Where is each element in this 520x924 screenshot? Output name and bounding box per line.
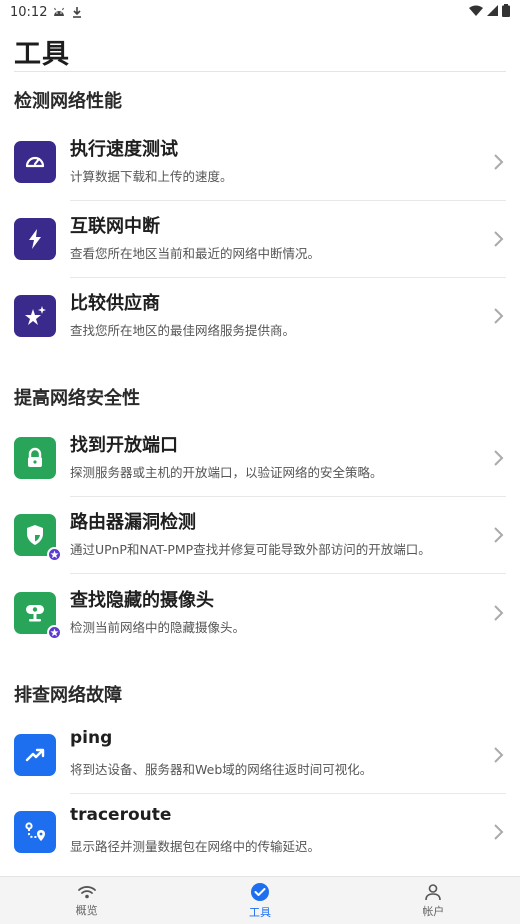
tool-item-outage[interactable]: 互联网中断 查看您所在地区当前和最近的网络中断情况。: [0, 201, 520, 278]
tool-item-hidden-cameras[interactable]: 查找隐藏的摄像头 检测当前网络中的隐藏摄像头。: [0, 575, 520, 652]
tool-item-router-vulnerability[interactable]: 路由器漏洞检测 通过UPnP和NAT-PMP查找并修复可能导致外部访问的开放端口…: [0, 497, 520, 574]
person-icon: [425, 883, 442, 900]
speedometer-icon: [14, 141, 56, 183]
tool-item-title: 互联网中断: [70, 216, 160, 237]
tool-item-description: 将到达设备、服务器和Web域的网络往返时间可视化。: [70, 762, 373, 777]
status-bar: 10:12: [0, 0, 520, 24]
tool-item-title: traceroute: [70, 805, 172, 825]
tool-item-title: 找到开放端口: [70, 435, 178, 456]
status-time: 10:12: [10, 4, 48, 20]
tool-item-description: 显示路径并测量数据包在网络中的传输延迟。: [70, 839, 321, 854]
nav-account[interactable]: 帐户: [347, 877, 520, 924]
section-title-troubleshoot: 排查网络故障: [14, 685, 122, 706]
nav-label: 帐户: [422, 904, 445, 918]
premium-badge-icon: [47, 625, 62, 640]
chevron-right-icon: [494, 824, 504, 840]
tool-item-speed-test[interactable]: 执行速度测试 计算数据下载和上传的速度。: [0, 124, 520, 201]
tool-item-ping[interactable]: ping 将到达设备、服务器和Web域的网络往返时间可视化。: [0, 717, 520, 794]
page-title: 工具: [14, 39, 70, 70]
tool-item-title: 执行速度测试: [70, 139, 178, 160]
camera-icon: [14, 592, 62, 640]
nav-overview[interactable]: 概览: [0, 877, 173, 924]
chevron-right-icon: [494, 231, 504, 247]
chevron-right-icon: [494, 527, 504, 543]
premium-badge-icon: [47, 547, 62, 562]
section-title-security: 提高网络安全性: [14, 388, 140, 409]
chevron-right-icon: [494, 747, 504, 763]
tool-item-description: 通过UPnP和NAT-PMP查找并修复可能导致外部访问的开放端口。: [70, 542, 431, 557]
tool-item-description: 查看您所在地区当前和最近的网络中断情况。: [70, 246, 321, 261]
lock-icon: [14, 437, 56, 479]
chevron-right-icon: [494, 605, 504, 621]
wifi-icon: [77, 885, 96, 898]
tool-item-description: 查找您所在地区的最佳网络服务提供商。: [70, 323, 296, 338]
section-title-performance: 检测网络性能: [14, 91, 122, 112]
bottom-nav: 概览 工具 帐户: [0, 876, 520, 924]
tool-item-traceroute[interactable]: traceroute 显示路径并测量数据包在网络中的传输延迟。: [0, 794, 520, 871]
check-circle-icon: [250, 882, 269, 901]
chevron-right-icon: [494, 154, 504, 170]
title-divider: [14, 71, 506, 72]
nav-label: 工具: [248, 905, 271, 919]
nav-tools[interactable]: 工具: [173, 877, 346, 924]
chevron-right-icon: [494, 308, 504, 324]
tool-item-title: 路由器漏洞检测: [70, 512, 196, 533]
tool-item-description: 计算数据下载和上传的速度。: [70, 169, 233, 184]
android-icon: [53, 7, 65, 17]
wifi-signal-icon: [469, 5, 483, 20]
tool-item-description: 检测当前网络中的隐藏摄像头。: [70, 620, 246, 635]
battery-icon: [502, 3, 510, 21]
nav-label: 概览: [75, 903, 98, 917]
trend-icon: [14, 734, 56, 776]
download-icon: [71, 6, 83, 18]
lightning-icon: [14, 218, 56, 260]
divider: [70, 573, 506, 574]
route-icon: [14, 811, 56, 853]
chevron-right-icon: [494, 450, 504, 466]
tool-item-title: 比较供应商: [70, 293, 160, 314]
tool-item-description: 探测服务器或主机的开放端口，以验证网络的安全策略。: [70, 465, 383, 480]
tool-item-title: ping: [70, 728, 113, 748]
tool-item-open-ports[interactable]: 找到开放端口 探测服务器或主机的开放端口，以验证网络的安全策略。: [0, 420, 520, 497]
cell-signal-icon: [487, 4, 498, 20]
shield-icon: [14, 514, 62, 562]
tool-item-title: 查找隐藏的摄像头: [70, 590, 214, 611]
tool-item-compare-providers[interactable]: 比较供应商 查找您所在地区的最佳网络服务提供商。: [0, 278, 520, 355]
star-sparkle-icon: [14, 295, 56, 337]
